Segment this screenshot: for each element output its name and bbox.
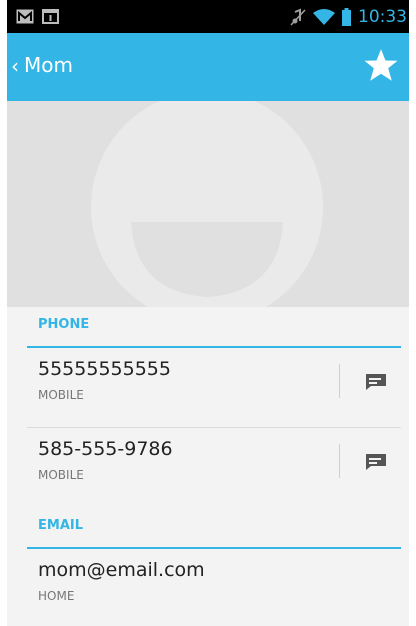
action-divider [339,444,340,478]
contact-photo [7,101,409,307]
action-divider [339,364,340,398]
contact-name: Mom [24,53,73,77]
contact-details: PHONE 55555555555 MOBILE 585-555-9786 MO… [7,307,409,626]
phone-number: 585-555-9786 [38,438,173,460]
status-time: 10:33 [358,6,407,27]
battery-icon [342,7,351,26]
phone-number: 55555555555 [38,358,171,380]
phone-type: MOBILE [38,468,84,482]
email-row[interactable]: mom@email.com HOME [27,549,401,626]
phone-header-label: PHONE [38,317,90,332]
phone-row[interactable]: 55555555555 MOBILE [27,348,401,428]
star-icon[interactable] [363,47,399,83]
calendar-icon [42,9,59,24]
muted-icon [290,8,306,26]
up-button[interactable]: ‹ Mom [7,33,117,101]
message-icon[interactable] [365,370,387,392]
phone-section-header: PHONE [27,307,401,348]
email-type: HOME [38,589,75,603]
email-section-header: EMAIL [27,508,401,549]
phone-row[interactable]: 585-555-9786 MOBILE [27,428,401,508]
status-bar: 10:33 [7,0,409,33]
gmail-icon [16,9,34,23]
chevron-left-icon: ‹ [11,54,19,78]
message-icon[interactable] [365,450,387,472]
phone-type: MOBILE [38,388,84,402]
default-avatar-icon [91,101,323,307]
wifi-icon [313,8,335,25]
notification-icons [16,8,59,24]
email-header-label: EMAIL [38,518,83,533]
email-address: mom@email.com [38,559,205,581]
system-icons: 10:33 [290,0,409,33]
action-bar: ‹ Mom [7,33,409,101]
screen: 10:33 ‹ Mom PHONE 55555555555 MOBILE 585… [7,0,409,626]
